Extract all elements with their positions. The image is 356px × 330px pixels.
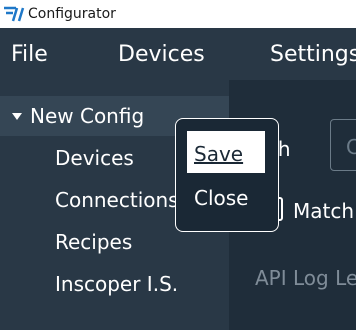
menu-devices[interactable]: Devices xyxy=(118,42,205,67)
api-log-level-label: API Log Le xyxy=(255,266,356,290)
tree-item-recipes[interactable]: Recipes xyxy=(55,230,132,254)
menu-settings[interactable]: Settings xyxy=(270,42,356,67)
context-menu-save-label[interactable]: Save xyxy=(194,142,243,166)
app-logo-icon xyxy=(4,6,25,22)
tree-item-inscoper[interactable]: Inscoper I.S. xyxy=(55,272,178,296)
window-title: Configurator xyxy=(28,6,116,22)
tree-item-new-config-label: New Config xyxy=(30,104,145,128)
field-input-value: C xyxy=(346,135,356,159)
context-menu-close-item[interactable]: Close xyxy=(194,186,248,210)
tree-item-devices[interactable]: Devices xyxy=(55,146,134,170)
tree-item-connections[interactable]: Connections xyxy=(55,188,179,212)
window-titlebar: Configurator xyxy=(0,0,356,28)
menu-file[interactable]: File xyxy=(11,42,48,67)
expand-caret-icon[interactable] xyxy=(12,113,22,120)
match-checkbox-label: Match xyxy=(293,199,355,223)
